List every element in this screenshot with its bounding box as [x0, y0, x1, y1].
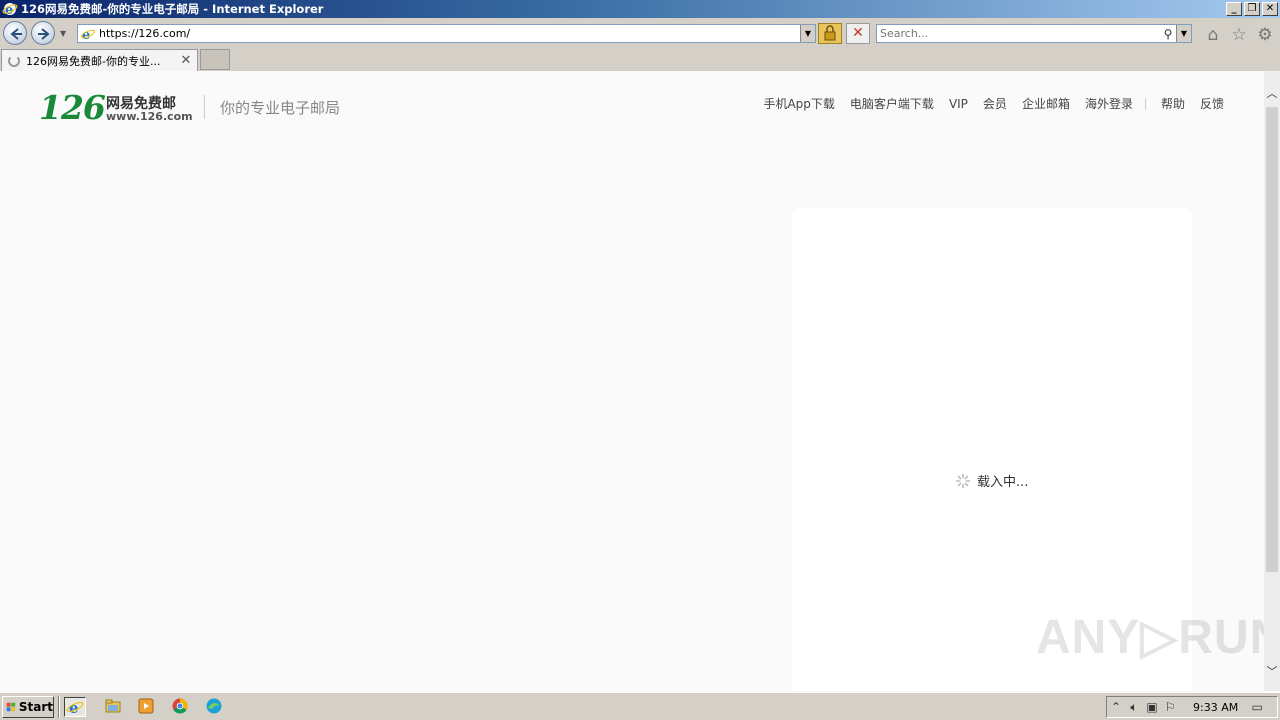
windows-logo-icon [6, 702, 16, 712]
nav-member[interactable]: 会员 [983, 95, 1007, 112]
gear-icon[interactable]: ⚙ [1255, 25, 1275, 45]
back-button[interactable] [3, 21, 27, 45]
logo-url[interactable]: www.126.com [106, 110, 193, 123]
nav-help[interactable]: 帮助 [1161, 95, 1185, 112]
home-icon[interactable]: ⌂ [1203, 25, 1223, 45]
forward-arrow-icon [38, 28, 50, 40]
nav-overseas[interactable]: 海外登录 [1085, 95, 1133, 112]
logo-divider [204, 95, 205, 119]
star-icon[interactable]: ☆ [1229, 25, 1249, 45]
search-input[interactable] [877, 25, 1160, 42]
nav-app-download[interactable]: 手机App下载 [763, 95, 834, 112]
stop-button[interactable]: ✕ [846, 23, 870, 44]
top-nav: 手机App下载 电脑客户端下载 VIP 会员 企业邮箱 海外登录 帮助 反馈 [748, 95, 1224, 112]
toolbar-icons: ⌂ ☆ ⚙ [1203, 25, 1275, 45]
show-desktop-icon[interactable]: ▭ [1248, 700, 1266, 714]
address-input[interactable]: https://126.com/ [99, 27, 800, 40]
restore-button[interactable]: ❐ [1244, 2, 1260, 16]
history-dropdown-icon[interactable]: ▼ [60, 29, 66, 38]
close-window-button[interactable]: ✕ [1262, 2, 1278, 16]
taskbar-explorer-icon[interactable] [103, 697, 125, 717]
taskbar-media-player-icon[interactable] [136, 697, 158, 717]
taskbar-clock[interactable]: 9:33 AM [1193, 701, 1238, 714]
svg-text:e: e [82, 28, 90, 42]
window-titlebar: e 126网易免费邮-你的专业电子邮局 - Internet Explorer … [0, 0, 1280, 18]
forward-button[interactable] [31, 21, 55, 45]
loading-spinner-icon [955, 473, 971, 488]
action-center-flag-icon[interactable]: ⚐ [1161, 700, 1179, 714]
page-viewport: 126 网易免费邮 www.126.com 你的专业电子邮局 手机App下载 电… [0, 71, 1264, 691]
network-icon[interactable]: ▣ [1143, 700, 1161, 714]
nav-vip[interactable]: VIP [949, 97, 968, 111]
search-box[interactable]: ⚲ ▼ [876, 24, 1192, 43]
system-tray: ⌃ 🔈︎ ▣ ⚐ 9:33 AM ▭ [1106, 696, 1278, 718]
new-tab-button[interactable] [200, 49, 230, 70]
stop-x-icon: ✕ [852, 25, 864, 41]
tab-bar: 126网易免费邮-你的专业... ✕ [0, 48, 1280, 71]
back-arrow-icon [10, 28, 22, 40]
anyrun-watermark: ANY▷RUN [1036, 611, 1264, 664]
ie-logo-icon: e [2, 3, 18, 17]
ie-page-icon: e [81, 28, 95, 42]
tab-126-mail[interactable]: 126网易免费邮-你的专业... ✕ [1, 49, 198, 71]
page-slogan: 你的专业电子邮局 [220, 99, 341, 117]
loading-text: 载入中... [977, 475, 1029, 490]
loading-indicator: 载入中... [955, 471, 1028, 490]
tray-expand-icon[interactable]: ⌃ [1107, 700, 1125, 714]
taskbar-chrome-icon[interactable] [170, 697, 192, 717]
navigation-bar: ▼ e https://126.com/ ▼ ✕ ⚲ ▼ [0, 18, 1280, 48]
lock-icon [824, 25, 836, 41]
tab-label: 126网易免费邮-你的专业... [26, 54, 161, 68]
window-title: 126网易免费邮-你的专业电子邮局 - Internet Explorer [21, 2, 324, 16]
volume-icon[interactable]: 🔈︎ [1125, 700, 1143, 715]
search-dropdown-icon[interactable]: ▼ [1176, 25, 1191, 42]
loading-spinner-icon [8, 54, 20, 67]
tab-close-icon[interactable]: ✕ [179, 53, 193, 68]
address-bar[interactable]: e https://126.com/ ▼ [77, 24, 816, 43]
scrollbar-thumb[interactable] [1266, 107, 1278, 572]
security-lock-button[interactable] [818, 23, 842, 44]
taskbar: Start e ⌃ 🔈︎ ▣ ⚐ 9:33 AM ▭ [0, 692, 1280, 720]
start-button[interactable]: Start [2, 696, 54, 718]
address-dropdown-icon[interactable]: ▼ [800, 25, 815, 42]
nav-client-download[interactable]: 电脑客户端下载 [850, 95, 934, 112]
start-label: Start [18, 700, 53, 714]
nav-feedback[interactable]: 反馈 [1200, 95, 1224, 112]
minimize-button[interactable]: _ [1226, 2, 1242, 16]
taskbar-ie-icon[interactable]: e [64, 697, 86, 717]
scroll-up-icon[interactable]: ︿ [1264, 85, 1280, 103]
taskbar-edge-icon[interactable] [204, 697, 226, 717]
scroll-down-icon[interactable]: ﹀ [1264, 663, 1280, 681]
logo-number[interactable]: 126 [39, 88, 106, 127]
taskbar-separator [58, 696, 60, 718]
nav-divider [1144, 97, 1146, 110]
nav-enterprise[interactable]: 企业邮箱 [1022, 95, 1070, 112]
svg-text:e: e [69, 699, 79, 716]
search-icon[interactable]: ⚲ [1160, 27, 1176, 41]
vertical-scrollbar[interactable]: ︿ ﹀ [1264, 71, 1280, 691]
